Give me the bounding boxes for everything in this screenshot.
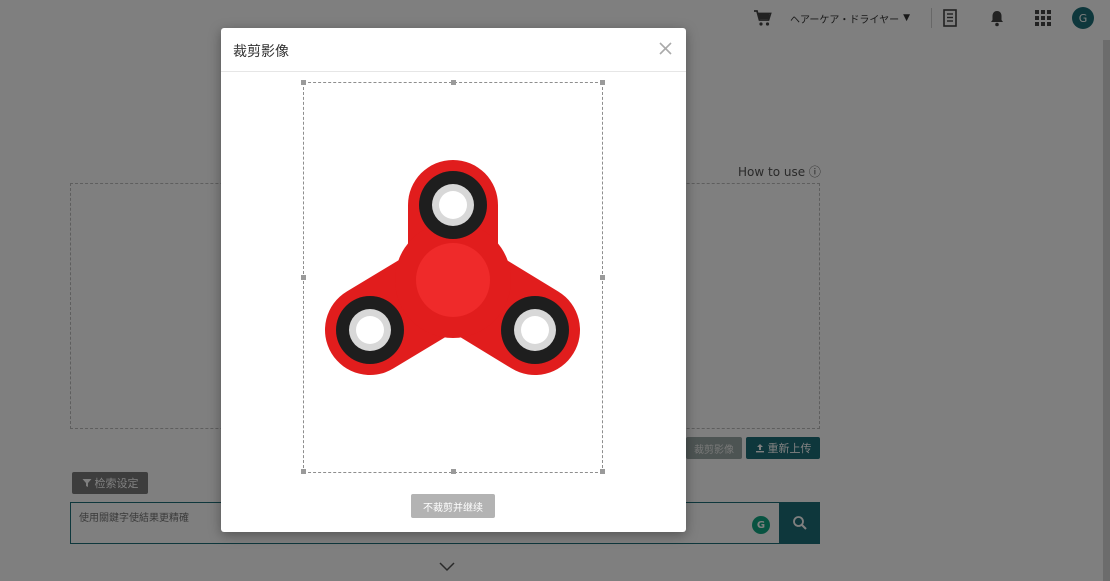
crop-handle-top-left[interactable] — [301, 80, 306, 85]
bearing-top — [419, 171, 487, 239]
crop-handle-left[interactable] — [301, 275, 306, 280]
crop-handle-top[interactable] — [451, 80, 456, 85]
crop-handle-bottom-left[interactable] — [301, 469, 306, 474]
crop-handle-right[interactable] — [600, 275, 605, 280]
no-crop-continue-button[interactable]: 不裁剪并继续 — [411, 494, 495, 518]
bearing-right — [501, 296, 569, 364]
crop-handle-top-right[interactable] — [600, 80, 605, 85]
close-icon[interactable] — [655, 38, 675, 58]
crop-image-modal: 裁剪影像 不裁剪并继续 — [221, 28, 686, 532]
crop-handle-bottom[interactable] — [451, 469, 456, 474]
bearing-left — [336, 296, 404, 364]
center-cap — [416, 243, 490, 317]
fidget-spinner-image — [325, 160, 580, 375]
modal-title: 裁剪影像 — [233, 44, 289, 60]
crop-handle-bottom-right[interactable] — [600, 469, 605, 474]
modal-header: 裁剪影像 — [221, 28, 686, 72]
